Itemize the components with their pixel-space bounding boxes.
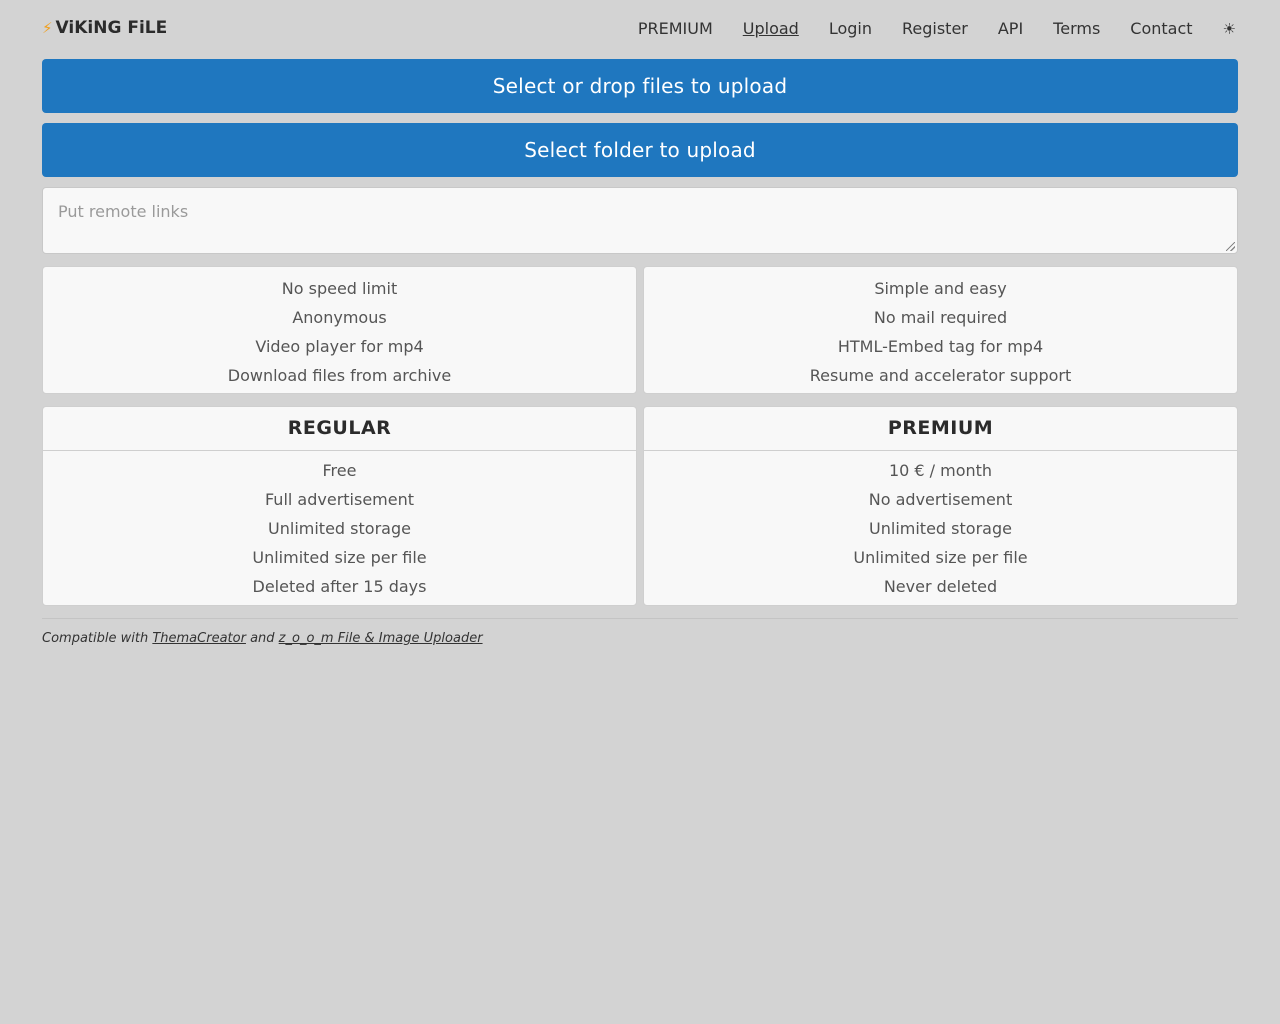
plan-item: Unlimited size per file — [853, 548, 1028, 567]
nav-premium[interactable]: PREMIUM — [638, 19, 713, 38]
remote-links-textarea[interactable]: Put remote links — [42, 187, 1238, 254]
main-nav: PREMIUM Upload Login Register API Terms … — [608, 19, 1238, 38]
sun-icon[interactable]: ☀ — [1223, 20, 1236, 38]
nav-register[interactable]: Register — [902, 19, 968, 38]
plan-title: REGULAR — [43, 407, 636, 451]
footer: Compatible with ThemaCreator and z_o_o_m… — [42, 631, 1238, 646]
plan-item: Unlimited storage — [869, 519, 1012, 538]
plan-item: Full advertisement — [264, 490, 415, 509]
plan-item: No advertisement — [868, 490, 1013, 509]
logo[interactable]: ⚡ ViKiNG FiLE — [42, 18, 167, 38]
plan-item: Deleted after 15 days — [252, 577, 427, 596]
plan-item: Unlimited storage — [268, 519, 411, 538]
zoom-uploader-link[interactable]: z_o_o_m File & Image Uploader — [279, 631, 483, 646]
themacreator-link[interactable]: ThemaCreator — [152, 631, 246, 646]
features-left-card: No speed limit Anonymous Video player fo… — [42, 266, 637, 394]
plan-item: 10 € / month — [888, 461, 993, 480]
plan-item: Free — [322, 461, 357, 480]
lightning-bolt-icon: ⚡ — [42, 19, 53, 37]
header: ⚡ ViKiNG FiLE PREMIUM Upload Login Regis… — [42, 0, 1238, 59]
nav-terms[interactable]: Terms — [1053, 19, 1100, 38]
feature-item: Anonymous — [292, 308, 387, 327]
remote-links-placeholder: Put remote links — [58, 202, 189, 221]
feature-item: No mail required — [873, 308, 1008, 327]
plans-section: REGULAR Free Full advertisement Unlimite… — [42, 406, 1238, 606]
footer-divider — [42, 618, 1238, 619]
features-section: No speed limit Anonymous Video player fo… — [42, 266, 1238, 394]
plan-card-premium: PREMIUM 10 € / month No advertisement Un… — [643, 406, 1238, 606]
nav-upload[interactable]: Upload — [743, 19, 799, 38]
nav-api[interactable]: API — [998, 19, 1023, 38]
footer-middle: and — [245, 631, 279, 646]
feature-item: HTML-Embed tag for mp4 — [837, 337, 1044, 356]
logo-text: ViKiNG FiLE — [55, 18, 168, 38]
resize-handle-icon[interactable] — [1226, 242, 1235, 251]
feature-item: Simple and easy — [874, 279, 1007, 298]
plan-item: Unlimited size per file — [252, 548, 427, 567]
footer-prefix: Compatible with — [42, 631, 153, 646]
feature-item: Video player for mp4 — [255, 337, 424, 356]
features-right-card: Simple and easy No mail required HTML-Em… — [643, 266, 1238, 394]
plan-card-regular: REGULAR Free Full advertisement Unlimite… — [42, 406, 637, 606]
plan-title: PREMIUM — [644, 407, 1237, 451]
feature-item: Download files from archive — [227, 366, 452, 385]
nav-login[interactable]: Login — [829, 19, 872, 38]
select-files-button[interactable]: Select or drop files to upload — [42, 59, 1238, 113]
nav-contact[interactable]: Contact — [1130, 19, 1192, 38]
plan-item: Never deleted — [883, 577, 998, 596]
page: ⚡ ViKiNG FiLE PREMIUM Upload Login Regis… — [42, 0, 1238, 646]
select-folder-button[interactable]: Select folder to upload — [42, 123, 1238, 177]
feature-item: No speed limit — [281, 279, 398, 298]
feature-item: Resume and accelerator support — [809, 366, 1072, 385]
